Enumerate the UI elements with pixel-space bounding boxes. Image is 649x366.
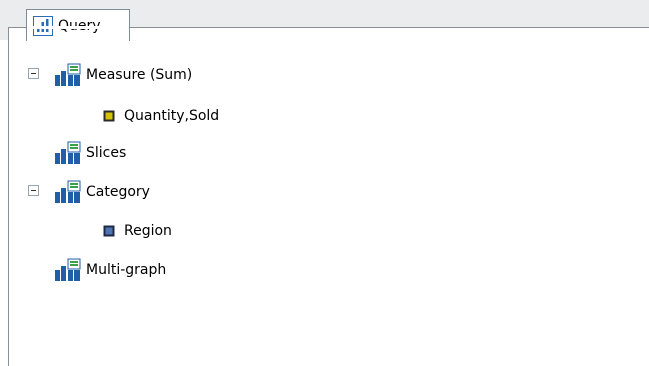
measure-field-icon <box>103 110 115 122</box>
chart-field-icon <box>54 63 84 87</box>
chart-field-icon <box>54 141 84 165</box>
tree-item-multigraph[interactable]: Multi-graph <box>54 258 166 282</box>
tree-item-quantity-sold[interactable]: Quantity,Sold <box>103 104 219 128</box>
chart-field-icon <box>54 180 84 204</box>
dimension-field-icon <box>103 225 115 237</box>
tree-item-label: Region <box>124 223 172 239</box>
tree-item-label: Category <box>86 184 150 200</box>
tree-item-slices[interactable]: Slices <box>54 141 126 165</box>
tab-gap <box>27 26 129 29</box>
tree-item-label: Measure (Sum) <box>86 67 193 83</box>
chart-field-icon <box>54 258 84 282</box>
tree-item-measure[interactable]: Measure (Sum) <box>54 63 192 87</box>
tree-item-label: Quantity,Sold <box>124 108 220 124</box>
tree-item-label: Multi-graph <box>86 262 167 278</box>
collapse-category-toggle[interactable] <box>28 185 39 196</box>
collapse-measure-toggle[interactable] <box>28 68 39 79</box>
tree-item-region[interactable]: Region <box>103 219 172 243</box>
tree-item-category[interactable]: Category <box>54 180 150 204</box>
tree-item-label: Slices <box>86 145 127 161</box>
tab-query[interactable]: Query <box>26 9 130 41</box>
